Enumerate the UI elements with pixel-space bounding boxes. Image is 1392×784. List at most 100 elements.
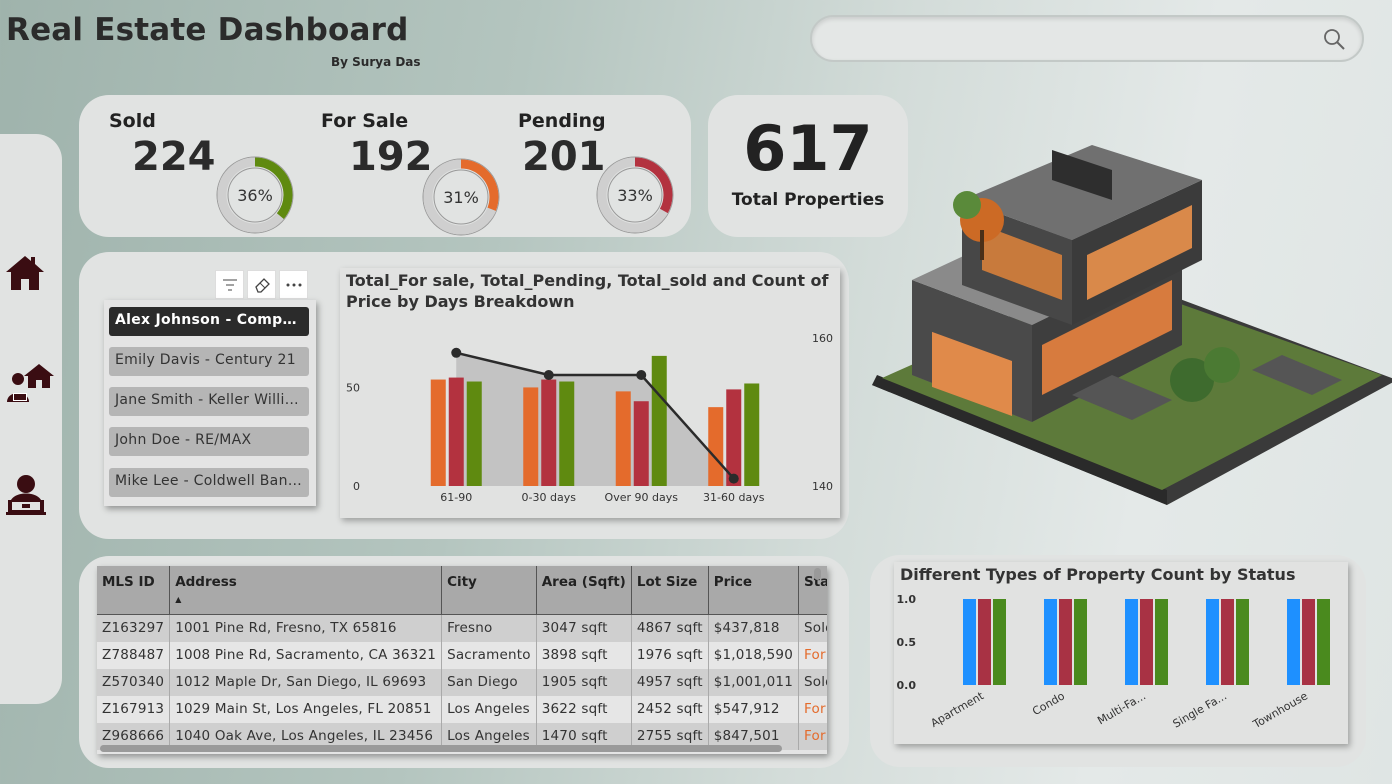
bar — [466, 381, 482, 486]
bar — [708, 407, 724, 486]
slicer-item[interactable]: John Doe - RE/MAX — [109, 427, 309, 456]
pending-label: Pending — [518, 110, 606, 132]
sold-donut: 36% — [216, 156, 294, 234]
y-right-tick-label: 160 — [812, 332, 833, 345]
sort-ascending-icon: ▲ — [175, 595, 182, 604]
listings-table: MLS ID Address ▲ City Area (Sqft) Lot Siz… — [97, 566, 827, 750]
x-tick-label: 61-90 — [440, 491, 472, 504]
days-breakdown-plot: 61-90 0-30 days Over 90 days 31-60 days 0 50 1… — [346, 332, 833, 504]
table-cell: Sold — [798, 614, 827, 642]
bar — [1236, 599, 1249, 685]
bar — [1125, 599, 1138, 685]
table-cell: Z570340 — [97, 668, 171, 696]
table-cell: $1,018,590 — [708, 641, 800, 669]
table-header-row: MLS ID Address ▲ City Area (Sqft) Lot Siz… — [97, 566, 827, 615]
y-tick-label: 1.0 — [897, 593, 917, 606]
table-cell: 2452 sqft — [631, 695, 709, 723]
column-header-city[interactable]: City — [441, 566, 537, 615]
table-cell: 3047 sqft — [536, 614, 632, 642]
pending-donut: 33% — [596, 156, 674, 234]
table-cell: 4867 sqft — [631, 614, 709, 642]
bar — [523, 387, 539, 486]
x-tick-label: Over 90 days — [605, 491, 679, 504]
search-input[interactable] — [810, 15, 1364, 62]
bar — [448, 377, 464, 486]
table-row[interactable]: Z163297 1001 Pine Rd, Fresno, TX 65816 Fre… — [97, 614, 827, 642]
table-cell: For Sale — [798, 641, 827, 669]
x-tick-label: Single Fa... — [1171, 689, 1229, 730]
page-subtitle: By Surya Das — [331, 55, 421, 69]
bar — [744, 383, 760, 486]
listings-table-card: MLS ID Address ▲ City Area (Sqft) Lot Siz… — [97, 566, 827, 754]
sidebar — [0, 134, 62, 704]
for-sale-percent: 31% — [443, 188, 479, 207]
property-types-plot: 0.0 0.5 1.0 Apartment Condo Multi-Fa... Single… — [897, 593, 1330, 731]
more-icon[interactable] — [279, 270, 308, 299]
horizontal-scrollbar[interactable] — [100, 745, 782, 752]
vertical-scrollbar[interactable] — [814, 568, 821, 580]
days-breakdown-chart: Total_For sale, Total_Pending, Total_sol… — [340, 268, 840, 518]
column-header-status[interactable]: Status — [798, 566, 827, 615]
line-point — [636, 370, 647, 380]
slicer-item[interactable]: Jane Smith - Keller Williams — [109, 387, 309, 416]
line-point — [451, 347, 462, 358]
bar — [1287, 599, 1300, 685]
house-illustration — [872, 145, 1392, 505]
page-title: Real Estate Dashboard — [6, 12, 409, 48]
column-header-price[interactable]: Price — [708, 566, 800, 615]
agent-house-icon[interactable] — [4, 362, 54, 404]
bar — [1302, 599, 1315, 685]
bar — [1059, 599, 1072, 685]
y-tick-label: 0.0 — [897, 679, 917, 692]
slicer-item[interactable]: Emily Davis - Century 21 — [109, 347, 309, 376]
table-row[interactable]: Z788487 1008 Pine Rd, Sacramento, CA 3632… — [97, 641, 827, 669]
column-header-area[interactable]: Area (Sqft) — [536, 566, 632, 615]
bar — [1074, 599, 1087, 685]
bar — [978, 599, 991, 685]
table-row[interactable]: Z167913 1029 Main St, Los Angeles, FL 208… — [97, 695, 827, 723]
bar — [559, 381, 575, 486]
laptop-user-icon[interactable] — [4, 472, 48, 516]
bar — [1206, 599, 1219, 685]
column-header-lot-size[interactable]: Lot Size — [631, 566, 709, 615]
column-header-address[interactable]: Address ▲ — [169, 566, 443, 615]
bar — [430, 379, 446, 486]
table-cell: 1008 Pine Rd, Sacramento, CA 36321 — [169, 641, 443, 669]
table-row[interactable]: Z570340 1012 Maple Dr, San Diego, IL 6969… — [97, 668, 827, 696]
column-header-label: Address — [175, 574, 237, 590]
line-area — [456, 352, 734, 486]
eraser-icon[interactable] — [247, 270, 276, 299]
bar — [1155, 599, 1168, 685]
x-tick-label: 0-30 days — [522, 491, 577, 504]
table-cell: Z163297 — [97, 614, 171, 642]
table-cell: Fresno — [441, 614, 537, 642]
bar — [651, 355, 667, 486]
y-left-tick-label: 50 — [346, 381, 360, 394]
bar — [1317, 599, 1330, 685]
bar — [1221, 599, 1234, 685]
table-cell: Z167913 — [97, 695, 171, 723]
sold-percent: 36% — [237, 186, 273, 205]
search-icon[interactable] — [1322, 27, 1346, 51]
table-cell: For Sale — [798, 722, 827, 750]
table-cell: 1001 Pine Rd, Fresno, TX 65816 — [169, 614, 443, 642]
slicer-item[interactable]: Alex Johnson - Compass — [109, 307, 309, 336]
property-types-chart: Different Types of Property Count by Sta… — [894, 562, 1348, 744]
pending-percent: 33% — [617, 186, 653, 205]
table-cell: Sacramento — [441, 641, 537, 669]
bar — [541, 379, 557, 486]
table-cell: Z788487 — [97, 641, 171, 669]
home-icon[interactable] — [4, 254, 46, 292]
agent-slicer: Alex Johnson - Compass Emily Davis - Cen… — [104, 300, 316, 506]
bar — [633, 401, 649, 486]
table-cell: $1,001,011 — [708, 668, 800, 696]
filter-icon[interactable] — [215, 270, 244, 299]
line-point — [728, 473, 739, 484]
bar — [1140, 599, 1153, 685]
table-cell: Sold — [798, 668, 827, 696]
slicer-item[interactable]: Mike Lee - Coldwell Banker — [109, 468, 309, 497]
table-cell: $547,912 — [708, 695, 800, 723]
column-header-mls-id[interactable]: MLS ID — [97, 566, 171, 615]
table-cell: 1905 sqft — [536, 668, 632, 696]
for-sale-label: For Sale — [321, 110, 409, 132]
